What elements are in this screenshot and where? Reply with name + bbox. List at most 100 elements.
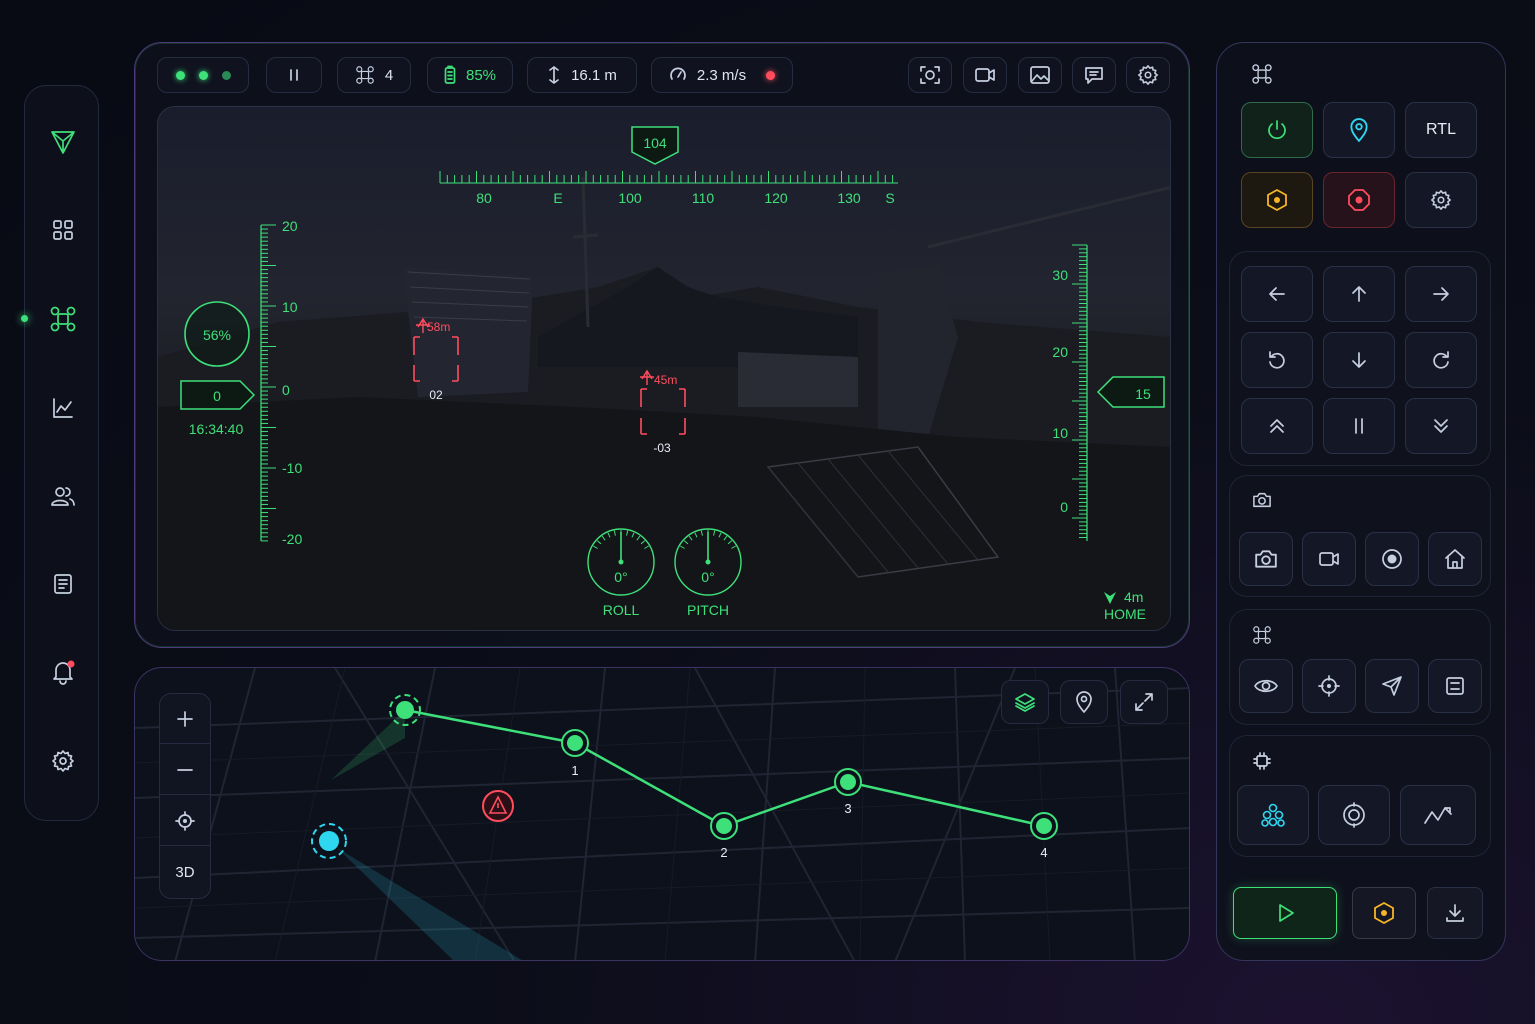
zoom-in-button[interactable] — [160, 694, 210, 744]
waypoint-label: 4 — [1040, 845, 1047, 860]
gallery-button[interactable] — [1018, 57, 1062, 93]
zoom-out-button[interactable] — [160, 745, 210, 795]
rtl-button[interactable]: RTL — [1405, 102, 1477, 158]
map-panel[interactable]: 1 2 3 4 3D — [134, 667, 1190, 961]
compass-label-80: 80 — [476, 190, 492, 206]
battery-chip: 85% — [427, 57, 513, 93]
rotate-right-button[interactable] — [1405, 332, 1477, 388]
waypoint-pin-button[interactable] — [1323, 102, 1395, 158]
compass-label-120: 120 — [764, 190, 788, 206]
speed-chip: 2.3 m/s — [651, 57, 793, 93]
view-button[interactable] — [1239, 659, 1293, 713]
left-value: 0 — [213, 388, 221, 404]
camera-header-icon — [1252, 491, 1272, 509]
dashboard-icon[interactable] — [25, 210, 100, 250]
hud-time: 16:34:40 — [189, 421, 244, 437]
drone-nav-icon[interactable] — [25, 299, 100, 339]
waypoint-label: 1 — [571, 763, 578, 778]
target-lock-button[interactable] — [1302, 659, 1356, 713]
settings-icon[interactable] — [25, 741, 100, 781]
compass-label-s: S — [885, 190, 894, 206]
altitude-chip: 16.1 m — [527, 57, 637, 93]
camera-feed[interactable]: 104 80 E 100 110 120 130 S 20 10 0 -10 -… — [157, 106, 1171, 631]
target-distance: 58m — [427, 320, 450, 334]
record-button[interactable] — [1365, 532, 1419, 586]
control-panel: RTL — [1216, 42, 1506, 961]
move-forward-button[interactable] — [1323, 266, 1395, 322]
expand-map-button[interactable] — [1120, 680, 1168, 724]
target-distance: 45m — [654, 373, 677, 387]
video-settings-button[interactable] — [1126, 57, 1170, 93]
photo-button[interactable] — [1239, 532, 1293, 586]
navigate-button[interactable] — [1365, 659, 1419, 713]
power-button[interactable] — [1241, 102, 1313, 158]
logs-icon[interactable] — [25, 564, 100, 604]
waypoint-3[interactable]: 3 — [834, 768, 862, 816]
right-scale-30: 30 — [1052, 267, 1068, 283]
right-scale-20: 20 — [1052, 344, 1068, 360]
screenshot-button[interactable] — [908, 57, 952, 93]
notifications-icon[interactable] — [25, 652, 100, 692]
analytics-icon[interactable] — [25, 388, 100, 428]
pitch-label: PITCH — [687, 602, 729, 618]
orbit-button[interactable] — [1318, 785, 1390, 845]
battery-value: 85% — [465, 66, 497, 84]
waypoint-1[interactable]: 1 — [561, 729, 589, 778]
map-pin-button[interactable] — [1060, 680, 1108, 724]
left-scale-0: 0 — [282, 382, 290, 398]
layers-button[interactable] — [1001, 680, 1049, 724]
mission-list-button[interactable] — [1428, 659, 1482, 713]
record-video-button[interactable] — [1302, 532, 1356, 586]
drone-count: 4 — [384, 66, 394, 84]
compass-label-e: E — [553, 190, 562, 206]
compass-label-110: 110 — [692, 190, 715, 206]
video-record-button[interactable] — [963, 57, 1007, 93]
move-left-button[interactable] — [1241, 266, 1313, 322]
drone-marker-cyan[interactable] — [311, 823, 347, 859]
drone-settings-button[interactable] — [1405, 172, 1477, 228]
logo-icon — [25, 122, 100, 162]
connection-status — [157, 57, 249, 93]
drone-count-chip[interactable]: 4 — [337, 57, 411, 93]
locate-button[interactable] — [160, 796, 210, 846]
left-scale-20: 20 — [282, 218, 298, 234]
chat-button[interactable] — [1072, 57, 1116, 93]
movement-controls — [1229, 251, 1491, 466]
speed-value: 2.3 m/s — [696, 66, 747, 84]
drone-header-icon — [1251, 63, 1273, 85]
hover-button[interactable] — [1323, 398, 1395, 454]
move-right-button[interactable] — [1405, 266, 1477, 322]
roll-label: ROLL — [603, 602, 640, 618]
emergency-stop-button[interactable] — [1323, 172, 1395, 228]
descend-button[interactable] — [1405, 398, 1477, 454]
swarm-button[interactable] — [1237, 785, 1309, 845]
roll-value: 0° — [614, 569, 627, 585]
video-panel: 4 85% 16.1 m 2.3 m/s 104 80 E 100 110 12… — [134, 42, 1190, 648]
right-scale-10: 10 — [1052, 425, 1068, 441]
start-mission-button[interactable] — [1233, 887, 1337, 939]
target-id: -03 — [653, 441, 671, 455]
system-controls — [1229, 735, 1491, 857]
warning-button[interactable] — [1241, 172, 1313, 228]
left-scale-10: 10 — [282, 299, 298, 315]
left-scale-minus20: -20 — [282, 531, 302, 547]
move-back-button[interactable] — [1323, 332, 1395, 388]
path-button[interactable] — [1400, 785, 1476, 845]
heading-value: 104 — [643, 135, 667, 151]
camera-controls — [1229, 475, 1491, 597]
right-scale-0: 0 — [1060, 499, 1068, 515]
right-value: 15 — [1135, 386, 1151, 402]
waypoint-2[interactable]: 2 — [710, 812, 738, 860]
map-zoom-controls: 3D — [159, 693, 211, 899]
3d-toggle-button[interactable]: 3D — [160, 847, 210, 897]
users-icon[interactable] — [25, 476, 100, 516]
download-button[interactable] — [1427, 887, 1483, 939]
pause-button[interactable] — [266, 57, 322, 93]
rotate-left-button[interactable] — [1241, 332, 1313, 388]
alert-icon[interactable] — [482, 790, 514, 822]
ascend-button[interactable] — [1241, 398, 1313, 454]
caution-button[interactable] — [1352, 887, 1416, 939]
home-button[interactable] — [1428, 532, 1482, 586]
waypoint-4[interactable]: 4 — [1030, 812, 1058, 860]
chip-icon — [1252, 751, 1272, 771]
